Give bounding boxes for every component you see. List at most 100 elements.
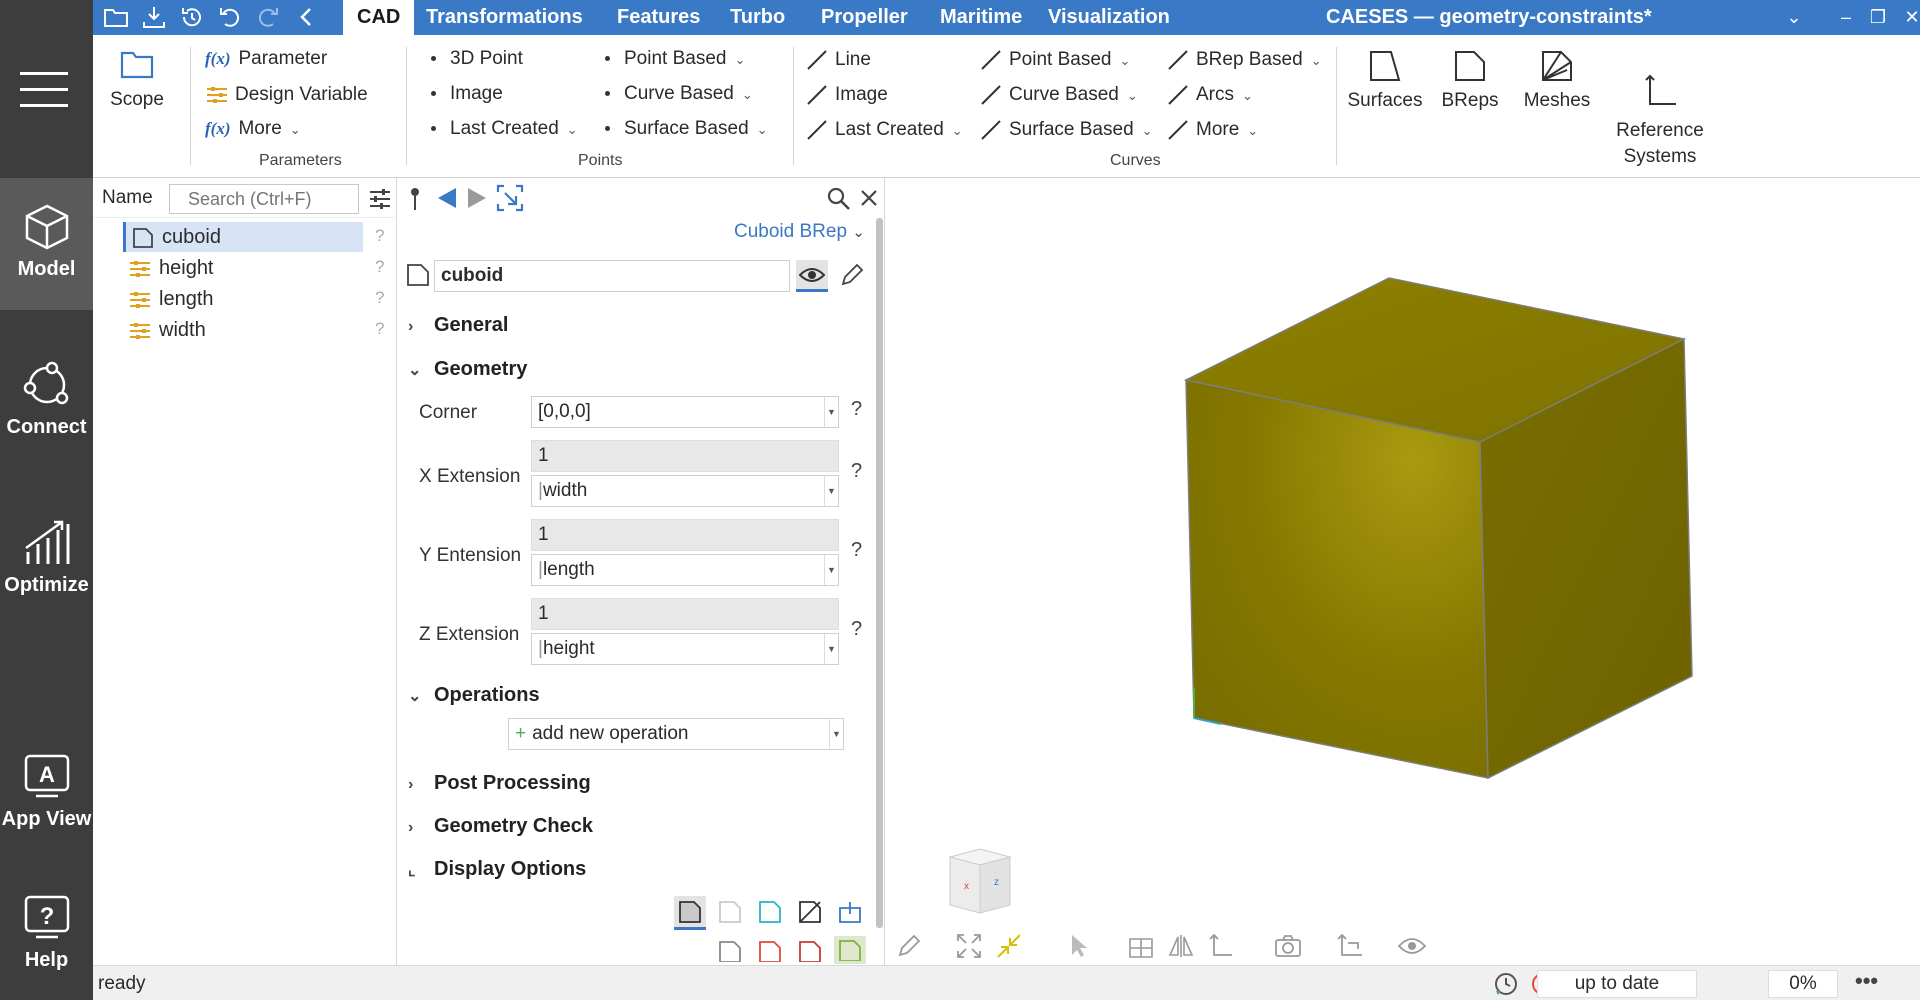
scope-button[interactable]: Scope (107, 49, 167, 111)
section-operations[interactable]: ⌄ Operations (408, 684, 540, 707)
minimize-icon[interactable]: – (1833, 4, 1859, 30)
grid-plane-icon[interactable] (1128, 933, 1154, 959)
y-extension-input[interactable]: |length ▼ (531, 554, 839, 586)
x-extension-input[interactable]: |width ▼ (531, 475, 839, 507)
3d-viewport[interactable]: x z (886, 178, 1920, 965)
outline-red-icon[interactable] (758, 940, 782, 962)
nav-model[interactable]: Model (0, 178, 93, 310)
tree-item-cuboid[interactable]: cuboid (123, 222, 363, 252)
nav-help[interactable]: ? Help (0, 893, 93, 972)
nav-connect[interactable]: Connect (0, 360, 93, 439)
more-options-icon[interactable]: ••• (1855, 968, 1878, 994)
visibility-eye-icon[interactable] (1398, 936, 1426, 956)
point-surface-based-button[interactable]: Surface Based ⌄ (605, 118, 768, 140)
fit-selection-icon[interactable] (996, 933, 1022, 959)
camera-icon[interactable] (1274, 933, 1302, 959)
y-extension-help[interactable]: ? (851, 539, 862, 562)
tree-search-input[interactable] (169, 184, 359, 214)
navigation-cube-icon[interactable]: x z (944, 845, 1016, 917)
tree-name-column[interactable]: Name (102, 187, 153, 209)
tree-item-width[interactable]: width (123, 315, 363, 345)
section-geometry-check[interactable]: › Geometry Check (408, 815, 593, 838)
dropdown-arrow-icon[interactable]: ▼ (824, 555, 838, 585)
object-name-input[interactable]: cuboid (434, 260, 790, 292)
search-icon[interactable] (826, 186, 852, 212)
tree-item-length[interactable]: length (123, 284, 363, 314)
pin-icon[interactable] (408, 186, 422, 212)
tab-visualization[interactable]: Visualization (1034, 0, 1184, 35)
add-operation-dropdown[interactable]: + add new operation ▼ (508, 718, 844, 750)
outline-green-button[interactable] (834, 936, 866, 964)
x-extension-help[interactable]: ? (851, 460, 862, 483)
curve-more-button[interactable]: More ⌄ (1166, 118, 1258, 142)
curve-arcs-button[interactable]: Arcs ⌄ (1166, 83, 1253, 107)
curve-curve-based-button[interactable]: Curve Based ⌄ (979, 83, 1138, 107)
point-3d-button[interactable]: 3D Point (431, 48, 523, 70)
parameter-button[interactable]: f(x) Parameter (205, 48, 327, 70)
curve-last-created-button[interactable]: Last Created ⌄ (805, 118, 963, 142)
dropdown-arrow-icon[interactable]: ▼ (829, 719, 843, 749)
fit-all-icon[interactable] (956, 933, 982, 959)
nav-optimize[interactable]: Optimize (0, 518, 93, 597)
face-normals-icon[interactable] (838, 900, 862, 924)
chevron-down-icon[interactable]: ⌄ (1781, 4, 1807, 30)
tab-maritime[interactable]: Maritime (926, 0, 1036, 35)
section-display-options[interactable]: ⌞ Display Options (408, 858, 586, 881)
outline-gray-icon[interactable] (718, 940, 742, 962)
face-mesh-icon[interactable] (798, 900, 822, 924)
select-in-tree-icon[interactable] (496, 184, 524, 212)
restore-icon[interactable]: ❐ (1865, 4, 1891, 30)
mirror-icon[interactable] (1168, 933, 1194, 959)
hamburger-menu-icon[interactable] (20, 72, 68, 108)
point-based-button[interactable]: Point Based ⌄ (605, 48, 745, 70)
filter-settings-icon[interactable] (368, 187, 392, 211)
tab-features[interactable]: Features (603, 0, 714, 35)
chevron-left-icon[interactable] (293, 4, 319, 30)
section-geometry[interactable]: ⌄ Geometry (408, 358, 527, 381)
forward-arrow-icon[interactable] (466, 186, 488, 210)
meshes-button[interactable]: Meshes (1517, 48, 1597, 112)
corner-help[interactable]: ? (851, 398, 862, 421)
properties-scrollbar[interactable] (876, 218, 883, 928)
curve-line-button[interactable]: Line (805, 48, 871, 72)
save-icon[interactable] (141, 4, 167, 30)
axes-icon[interactable] (1208, 933, 1234, 959)
history-icon[interactable] (179, 4, 205, 30)
tab-turbo[interactable]: Turbo (716, 0, 799, 35)
point-image-button[interactable]: Image (431, 83, 503, 105)
z-extension-input[interactable]: |height ▼ (531, 633, 839, 665)
back-arrow-icon[interactable] (436, 186, 458, 210)
tab-propeller[interactable]: Propeller (807, 0, 922, 35)
tab-cad[interactable]: CAD (343, 0, 415, 35)
edit-pencil-icon[interactable] (839, 262, 865, 288)
curve-brep-based-button[interactable]: BRep Based ⌄ (1166, 48, 1322, 72)
redo-icon[interactable] (255, 4, 281, 30)
close-icon[interactable]: ✕ (1899, 4, 1920, 30)
parameters-more-button[interactable]: f(x) More ⌄ (205, 118, 301, 140)
select-pointer-icon[interactable] (1068, 933, 1090, 959)
nav-app-view[interactable]: A App View (0, 752, 93, 831)
display-shaded-button[interactable] (674, 896, 706, 930)
curve-image-button[interactable]: Image (805, 83, 888, 107)
corner-input[interactable]: [0,0,0] ▼ (531, 396, 839, 428)
outline-red-dark-icon[interactable] (798, 940, 822, 962)
z-extension-help[interactable]: ? (851, 618, 862, 641)
breps-button[interactable]: BReps (1435, 48, 1505, 112)
update-history-icon[interactable] (1493, 971, 1519, 997)
visibility-toggle[interactable] (796, 260, 828, 292)
curve-point-based-button[interactable]: Point Based ⌄ (979, 48, 1130, 72)
undo-icon[interactable] (217, 4, 243, 30)
face-edges-icon[interactable] (758, 900, 782, 924)
open-folder-icon[interactable] (103, 4, 129, 30)
close-icon[interactable] (859, 188, 879, 208)
cuboid-model[interactable] (1183, 277, 1693, 780)
point-last-created-button[interactable]: Last Created ⌄ (431, 118, 578, 140)
point-curve-based-button[interactable]: Curve Based ⌄ (605, 83, 753, 105)
reference-systems-button[interactable]: Reference Systems (1610, 48, 1710, 196)
tab-transformations[interactable]: Transformations (412, 0, 597, 35)
transparent-face-icon[interactable] (718, 900, 742, 924)
surfaces-button[interactable]: Surfaces (1345, 48, 1425, 112)
dropdown-arrow-icon[interactable]: ▼ (824, 397, 838, 427)
design-variable-button[interactable]: Design Variable (205, 83, 368, 107)
dropdown-arrow-icon[interactable]: ▼ (824, 476, 838, 506)
